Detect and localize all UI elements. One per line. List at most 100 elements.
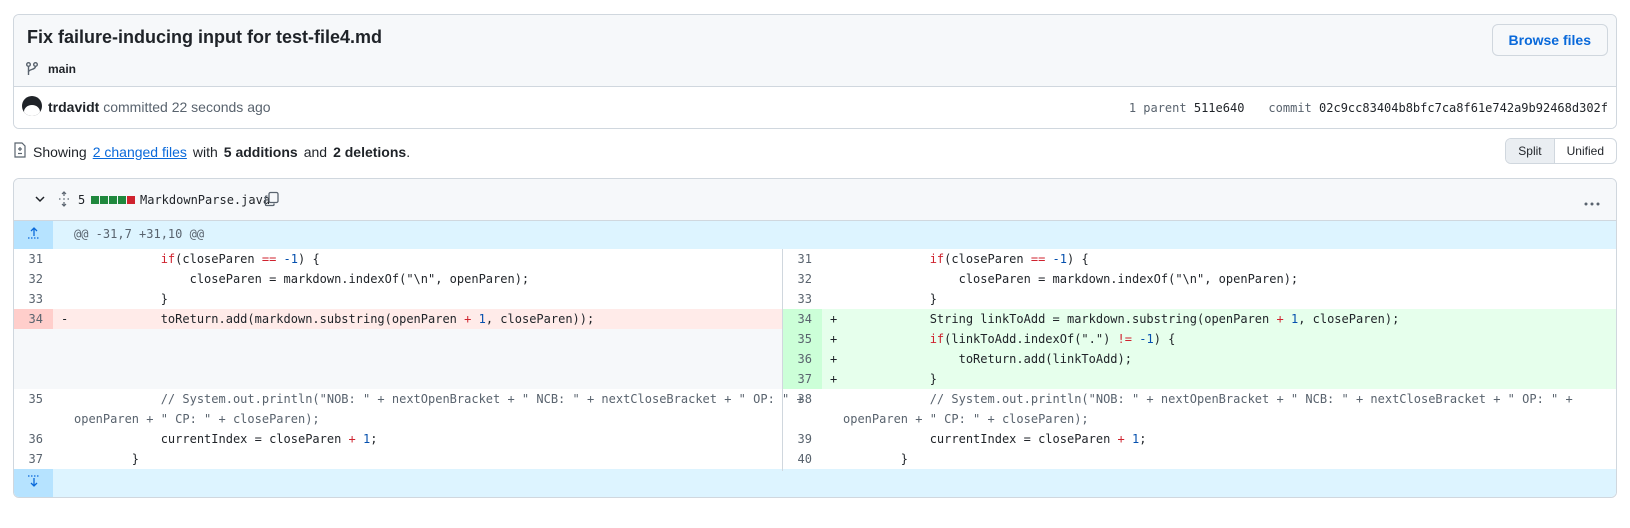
number: -1 [1052, 252, 1067, 266]
browse-files-button[interactable]: Browse files [1491, 24, 1608, 56]
parent-ref: 1 parent 511e640 [1129, 101, 1245, 115]
split-view-button[interactable]: Split [1506, 139, 1555, 163]
line-number[interactable]: 33 [14, 289, 53, 309]
line-number[interactable]: 31 [783, 249, 822, 269]
diff-row: 33 } 33 } [14, 289, 1616, 309]
branch-indicator[interactable]: main [24, 61, 76, 77]
code-text: ) { [1067, 252, 1089, 266]
file-options-button[interactable] [1584, 179, 1600, 221]
diffstat-block [91, 196, 99, 204]
code-line: closeParen = markdown.indexOf("\n", open… [843, 272, 1299, 286]
line-number-added[interactable]: 36 [783, 349, 822, 369]
unified-view-button[interactable]: Unified [1555, 139, 1616, 163]
operator: + [348, 432, 356, 446]
number: -1 [1139, 332, 1154, 346]
commit-meta: trdavidt committed 22 seconds ago 1 pare… [14, 87, 1616, 128]
line-number[interactable]: 32 [14, 269, 53, 289]
diff-summary: Showing 2 changed files with 5 additions… [13, 142, 410, 161]
operator: + [1276, 312, 1284, 326]
empty-line [14, 329, 782, 349]
deletions-text: 2 deletions [333, 143, 407, 160]
code-text: ) { [298, 252, 320, 266]
commit-action: committed 22 seconds ago [103, 99, 271, 115]
file-header: 5 MarkdownParse.java [14, 179, 1616, 221]
code-line-added: String linkToAdd = markdown.substring(op… [843, 309, 1583, 329]
line-number[interactable]: 36 [14, 429, 53, 449]
line-number-deleted[interactable]: 34 [14, 309, 53, 329]
line-number[interactable]: 35 [14, 389, 53, 409]
expand-up-button[interactable] [14, 221, 53, 249]
keyword: if [929, 332, 945, 346]
line-number[interactable]: 32 [783, 269, 822, 289]
code-text: openParen + " CP: " + closeParen); [74, 412, 320, 426]
code-line: // System.out.println("NOB: " + nextOpen… [74, 389, 804, 429]
change-count: 5 [78, 193, 86, 207]
code-text: (closeParen [175, 252, 262, 266]
addition-marker: + [830, 352, 838, 366]
diffstat-block [118, 196, 126, 204]
code-text: ; [370, 432, 378, 446]
file-diff-icon [13, 142, 27, 161]
line-number[interactable]: 40 [783, 449, 822, 469]
diff-table: @@ -31,7 +31,10 @@ 31 if(closeParen == -… [14, 221, 1616, 497]
operator: == [1030, 252, 1046, 266]
summary-with: with [192, 143, 218, 160]
fold-down-icon [27, 475, 41, 491]
code-text: openParen + " CP: " + closeParen); [843, 412, 1089, 426]
split-divider [782, 249, 783, 471]
deletion-marker: - [61, 312, 69, 326]
file-name[interactable]: MarkdownParse.java [140, 179, 270, 221]
commit-label: commit [1268, 101, 1312, 115]
unfold-icon [57, 190, 71, 210]
summary-and: and [303, 143, 328, 160]
expand-down-button[interactable] [14, 469, 53, 497]
diff-row: 31 if(closeParen == -1) { 31 if(closePar… [14, 249, 1616, 269]
line-number[interactable]: 33 [783, 289, 822, 309]
line-number[interactable]: 31 [14, 249, 53, 269]
avatar[interactable] [22, 96, 42, 116]
summary-suffix: . [406, 143, 411, 160]
expand-all-button[interactable] [57, 179, 71, 221]
line-number[interactable]: 37 [14, 449, 53, 469]
diff-row-changed: 34 - toReturn.add(markdown.substring(ope… [14, 309, 1616, 329]
parent-sha-link[interactable]: 511e640 [1194, 101, 1245, 115]
code-text: currentIndex = closeParen [74, 432, 349, 446]
diffstat [91, 179, 135, 221]
hunk-range: @@ -31,7 +31,10 @@ [74, 227, 205, 241]
number: -1 [283, 252, 298, 266]
operator: + [464, 312, 472, 326]
code-line-added: toReturn.add(linkToAdd); [843, 352, 1132, 366]
line-number[interactable]: 39 [783, 429, 822, 449]
code-text: , closeParen); [1298, 312, 1400, 326]
commit-refs: 1 parent 511e640 commit 02c9cc83404b8bfc… [1129, 101, 1608, 115]
changed-files-link[interactable]: 2 changed files [93, 144, 187, 160]
code-line-deleted: toReturn.add(markdown.substring(openPare… [74, 309, 784, 329]
copy-path-button[interactable] [264, 179, 280, 221]
commit-header: Fix failure-inducing input for test-file… [13, 14, 1617, 129]
diff-row-changed: 35 + if(linkToAdd.indexOf(".") != -1) { [14, 329, 1616, 349]
chevron-down-icon [34, 192, 46, 208]
code-line: } [74, 452, 140, 466]
line-number-added[interactable]: 37 [783, 369, 822, 389]
diffstat-block [127, 196, 135, 204]
diff-row: 37 } 40 } [14, 449, 1616, 469]
line-number-added[interactable]: 34 [783, 309, 822, 329]
parent-label: 1 parent [1128, 101, 1187, 115]
author-link[interactable]: trdavidt [48, 99, 99, 115]
commit-ref: commit 02c9cc83404b8bfc7ca8f61e742a9b924… [1268, 101, 1608, 115]
collapse-toggle[interactable] [34, 179, 46, 221]
diff-row-changed: 36 + toReturn.add(linkToAdd); [14, 349, 1616, 369]
branch-name: main [48, 62, 77, 76]
commit-sha: 02c9cc83404b8bfc7ca8f61e742a9b92468d302f [1319, 101, 1608, 115]
code-line-added: if(linkToAdd.indexOf(".") != -1) { [843, 329, 1583, 349]
fold-up-icon [27, 227, 41, 243]
deletions-count: 2 deletions [333, 144, 406, 160]
line-number-added[interactable]: 35 [783, 329, 822, 349]
line-number[interactable]: 38 [783, 389, 822, 409]
code-line: closeParen = markdown.indexOf("\n", open… [74, 272, 530, 286]
diffstat-block [100, 196, 108, 204]
code-line: } [843, 452, 909, 466]
empty-line [14, 349, 782, 369]
